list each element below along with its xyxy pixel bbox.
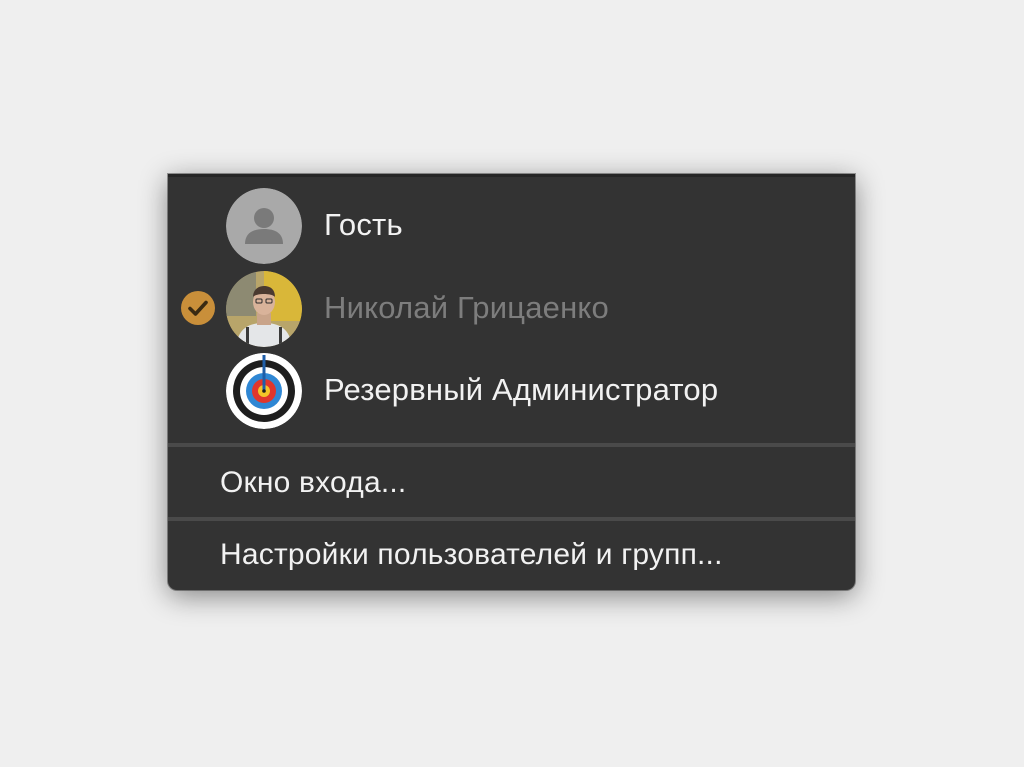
guest-person-icon bbox=[226, 188, 302, 264]
menu-item-user-guest[interactable]: Гость bbox=[168, 185, 855, 265]
user-photo-icon bbox=[226, 271, 302, 347]
menu-divider bbox=[168, 443, 855, 447]
user-switch-menu: Гость Николай Грицаенко Резервный Админи… bbox=[168, 174, 855, 590]
user-name-admin: Резервный Администратор bbox=[324, 372, 719, 407]
menu-item-login-window[interactable]: Окно входа... bbox=[220, 466, 406, 500]
menu-item-user-current[interactable]: Николай Грицаенко bbox=[168, 268, 855, 348]
menu-item-user-admin[interactable]: Резервный Администратор bbox=[168, 350, 855, 430]
menu-top-edge bbox=[168, 174, 855, 177]
target-icon bbox=[226, 353, 302, 429]
user-name-guest: Гость bbox=[324, 207, 403, 242]
checkmark-icon bbox=[181, 291, 215, 325]
user-name-current: Николай Грицаенко bbox=[324, 290, 609, 325]
menu-divider bbox=[168, 517, 855, 521]
menu-item-users-groups-settings[interactable]: Настройки пользователей и групп... bbox=[220, 538, 723, 572]
